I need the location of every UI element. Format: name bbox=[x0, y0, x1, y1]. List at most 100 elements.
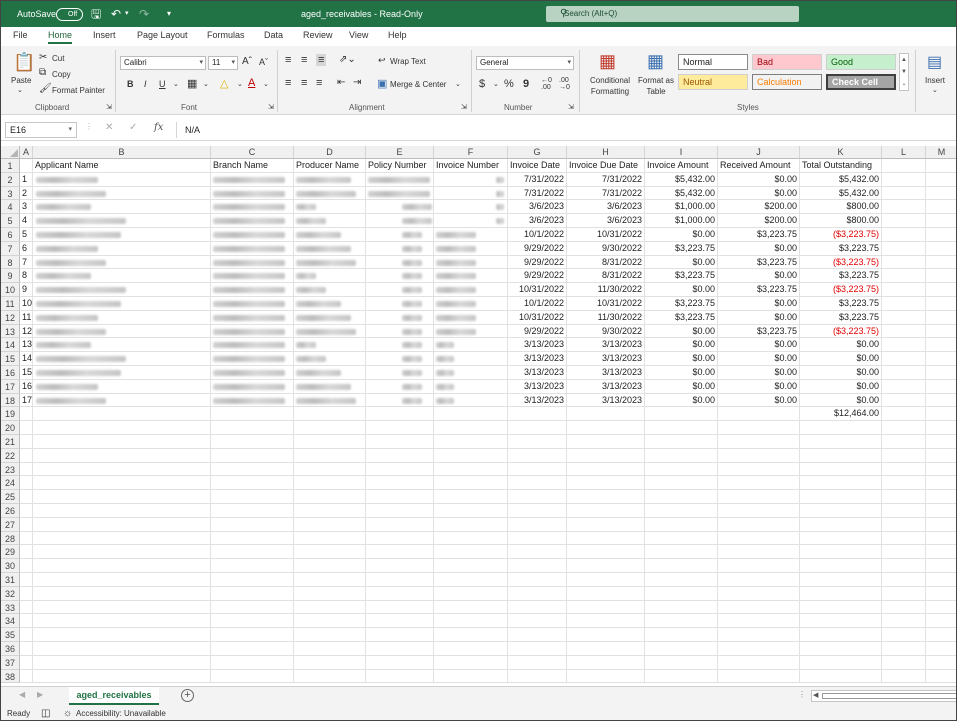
cell[interactable]: 3/13/2023 bbox=[567, 379, 645, 394]
cell[interactable] bbox=[434, 559, 508, 573]
row-header[interactable]: 29 bbox=[1, 545, 20, 560]
header-cell-j[interactable]: Received Amount bbox=[718, 159, 800, 173]
cell[interactable]: 9/29/2022 bbox=[508, 324, 567, 339]
worksheet-grid[interactable]: A B C D E F G H I J K L M 1 Applicant Name Branch Name P… bbox=[1, 146, 956, 686]
cell[interactable] bbox=[926, 242, 956, 256]
cell[interactable] bbox=[926, 614, 956, 629]
cell[interactable] bbox=[508, 476, 567, 491]
cell[interactable]: 16 bbox=[20, 379, 33, 394]
cell[interactable]: $0.00 bbox=[800, 393, 882, 408]
row-header[interactable]: 32 bbox=[1, 586, 20, 601]
font-color-dropdown-icon[interactable]: ⌄ bbox=[263, 80, 269, 88]
cell[interactable] bbox=[20, 407, 33, 422]
cell[interactable]: 3/13/2023 bbox=[567, 393, 645, 408]
cell[interactable] bbox=[211, 476, 294, 491]
redacted-cell[interactable] bbox=[33, 228, 211, 242]
redacted-cell[interactable] bbox=[366, 393, 434, 408]
header-cell-c[interactable]: Branch Name bbox=[211, 159, 294, 173]
cell[interactable] bbox=[366, 628, 434, 642]
cell[interactable]: $0.00 bbox=[645, 393, 718, 408]
cell[interactable] bbox=[211, 545, 294, 560]
cell[interactable] bbox=[882, 172, 926, 187]
column-header-i[interactable]: I bbox=[645, 146, 718, 159]
font-launcher-icon[interactable]: ⇲ bbox=[268, 103, 274, 111]
styles-scroll[interactable]: ▲ ▼ ⌄ bbox=[899, 53, 909, 91]
cell[interactable]: 7/31/2022 bbox=[508, 172, 567, 187]
row-header[interactable]: 25 bbox=[1, 490, 20, 504]
cell[interactable]: $0.00 bbox=[718, 366, 800, 380]
style-bad[interactable]: Bad bbox=[752, 54, 822, 70]
cell[interactable] bbox=[800, 448, 882, 463]
cell[interactable]: 9 bbox=[20, 283, 33, 297]
copy-icon[interactable]: ⧉ bbox=[39, 67, 46, 78]
conditional-formatting-icon[interactable]: ▦ bbox=[599, 51, 616, 72]
cell[interactable]: 10/31/2022 bbox=[508, 310, 567, 325]
cell[interactable] bbox=[33, 559, 211, 573]
redacted-cell[interactable] bbox=[33, 172, 211, 187]
redacted-cell[interactable] bbox=[294, 200, 366, 215]
cell[interactable] bbox=[800, 435, 882, 449]
decrease-indent-icon[interactable]: ⇤ bbox=[337, 77, 345, 88]
row-header[interactable]: 33 bbox=[1, 600, 20, 615]
macro-recording-icon[interactable]: ◫ bbox=[41, 705, 50, 720]
row-header[interactable]: 12 bbox=[1, 310, 20, 325]
decrease-font-icon[interactable]: Aˇ bbox=[259, 57, 268, 67]
sheet-tab-aged-receivables[interactable]: aged_receivables bbox=[69, 687, 159, 705]
cell[interactable] bbox=[926, 449, 956, 463]
cell[interactable] bbox=[645, 573, 718, 587]
cell[interactable] bbox=[20, 421, 33, 435]
copy-button[interactable]: Copy bbox=[52, 70, 71, 79]
cell[interactable] bbox=[33, 628, 211, 642]
cell[interactable] bbox=[294, 573, 366, 587]
column-header-d[interactable]: D bbox=[294, 146, 366, 159]
row-header[interactable]: 19 bbox=[1, 407, 20, 422]
cell[interactable] bbox=[645, 669, 718, 684]
tab-home[interactable]: Home bbox=[48, 30, 73, 44]
cell[interactable] bbox=[567, 435, 645, 449]
format-as-table-icon[interactable]: ▦ bbox=[647, 51, 664, 72]
redacted-cell[interactable] bbox=[434, 283, 508, 297]
wrap-text-button[interactable]: Wrap Text bbox=[390, 57, 426, 66]
cell[interactable] bbox=[882, 228, 926, 242]
format-painter-icon[interactable]: 🖌 bbox=[39, 83, 52, 94]
row-header[interactable]: 26 bbox=[1, 504, 20, 518]
cell[interactable] bbox=[882, 393, 926, 408]
cell[interactable] bbox=[508, 628, 567, 642]
cell[interactable] bbox=[882, 476, 926, 491]
scroll-thumb[interactable] bbox=[822, 693, 956, 699]
cell[interactable] bbox=[33, 421, 211, 435]
cell[interactable] bbox=[882, 186, 926, 201]
increase-font-icon[interactable]: Aˆ bbox=[242, 56, 252, 67]
tab-insert[interactable]: Insert bbox=[93, 30, 116, 40]
cell[interactable] bbox=[926, 573, 956, 587]
cell[interactable] bbox=[294, 586, 366, 601]
cell[interactable]: 17 bbox=[20, 393, 33, 408]
percent-icon[interactable]: % bbox=[504, 78, 514, 90]
cell[interactable] bbox=[434, 476, 508, 491]
cell[interactable] bbox=[294, 517, 366, 532]
cell[interactable]: $0.00 bbox=[645, 324, 718, 339]
cell[interactable]: 8/31/2022 bbox=[567, 269, 645, 284]
cell[interactable]: 10/31/2022 bbox=[567, 228, 645, 242]
cell[interactable] bbox=[567, 545, 645, 560]
cell[interactable] bbox=[882, 531, 926, 546]
row-header[interactable]: 21 bbox=[1, 435, 20, 449]
cell[interactable]: 7/31/2022 bbox=[567, 186, 645, 201]
redacted-cell[interactable] bbox=[366, 228, 434, 242]
column-header-c[interactable]: C bbox=[211, 146, 294, 159]
row-header[interactable]: 16 bbox=[1, 366, 20, 380]
autosave-toggle[interactable]: Off bbox=[56, 8, 83, 21]
cell[interactable] bbox=[926, 601, 956, 615]
cell[interactable] bbox=[718, 573, 800, 587]
cell[interactable] bbox=[211, 517, 294, 532]
add-sheet-icon[interactable]: + bbox=[181, 689, 194, 702]
customize-qat-icon[interactable]: ▾ bbox=[167, 1, 171, 27]
cell[interactable]: $200.00 bbox=[718, 200, 800, 215]
cell[interactable] bbox=[20, 628, 33, 642]
cell[interactable] bbox=[508, 545, 567, 560]
redacted-cell[interactable] bbox=[294, 172, 366, 187]
cell[interactable]: $0.00 bbox=[645, 255, 718, 270]
cell[interactable]: 9/29/2022 bbox=[508, 241, 567, 256]
row-header[interactable]: 22 bbox=[1, 448, 20, 463]
cell[interactable] bbox=[926, 380, 956, 394]
